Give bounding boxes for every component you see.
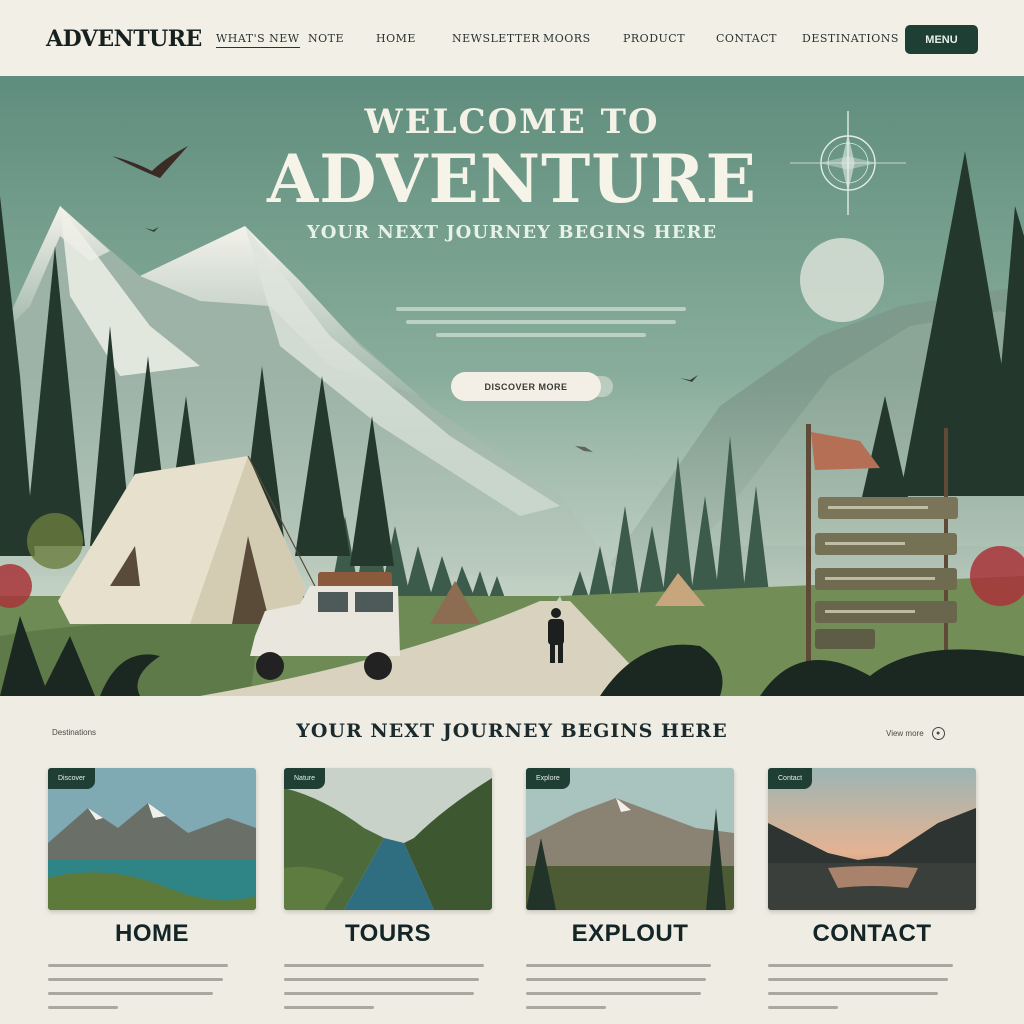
top-navigation-bar: ADVENTURE WHAT'S NEW NOTE HOME NEWSLETTE… <box>0 0 1024 76</box>
card-tag: Explore <box>526 768 570 789</box>
view-more-label: View more <box>886 729 924 738</box>
nav-link-product[interactable]: PRODUCT <box>623 32 685 45</box>
card-image[interactable]: Nature <box>284 768 492 910</box>
card-tag: Nature <box>284 768 326 789</box>
menu-button[interactable]: MENU <box>905 25 978 54</box>
destination-card-explout[interactable]: Explore EXPLOUT <box>526 768 734 1020</box>
card-image[interactable]: Discover <box>48 768 256 910</box>
hero-banner: WELCOME TO ADVENTURE YOUR NEXT JOURNEY B… <box>0 76 1024 696</box>
nav-link-note[interactable]: NOTE <box>308 32 344 45</box>
card-title[interactable]: HOME <box>48 920 256 948</box>
nav-link-whats-new[interactable]: WHAT'S NEW <box>216 32 300 48</box>
card-description-placeholder <box>526 964 734 1009</box>
arrow-circle-icon[interactable]: ● <box>931 727 945 740</box>
card-image[interactable]: Explore <box>526 768 734 910</box>
hero-description-placeholder <box>396 298 686 346</box>
destination-card-contact[interactable]: Contact CONTACT <box>768 768 976 1020</box>
card-title[interactable]: EXPLOUT <box>526 920 734 948</box>
card-description-placeholder <box>768 964 976 1009</box>
destination-card-tours[interactable]: Nature TOURS <box>284 768 492 1020</box>
site-logo[interactable]: ADVENTURE <box>46 26 202 52</box>
discover-more-button[interactable]: DISCOVER MORE <box>451 372 601 401</box>
card-description-placeholder <box>48 964 256 1009</box>
destination-card-home[interactable]: Discover HOME <box>48 768 256 1020</box>
section-title: YOUR NEXT JOURNEY BEGINS HERE <box>296 720 728 742</box>
nav-link-home[interactable]: HOME <box>376 32 416 45</box>
nav-link-destinations[interactable]: DESTINATIONS <box>802 32 899 45</box>
nav-link-moors[interactable]: MOORS <box>543 32 591 45</box>
card-title[interactable]: CONTACT <box>768 920 976 948</box>
card-image[interactable]: Contact <box>768 768 976 910</box>
card-title[interactable]: TOURS <box>284 920 492 948</box>
hero-title-line2: ADVENTURE <box>267 140 757 218</box>
nav-link-contact[interactable]: CONTACT <box>716 32 777 45</box>
hero-title-line1: WELCOME TO <box>364 102 660 142</box>
hero-subtitle: YOUR NEXT JOURNEY BEGINS HERE <box>306 222 718 243</box>
card-description-placeholder <box>284 964 492 1009</box>
view-more-link[interactable]: View more ● <box>886 727 945 740</box>
card-tag: Contact <box>768 768 813 789</box>
nav-link-newsletter[interactable]: NEWSLETTER <box>452 32 540 45</box>
moon-icon <box>800 238 884 322</box>
card-tag: Discover <box>48 768 96 789</box>
